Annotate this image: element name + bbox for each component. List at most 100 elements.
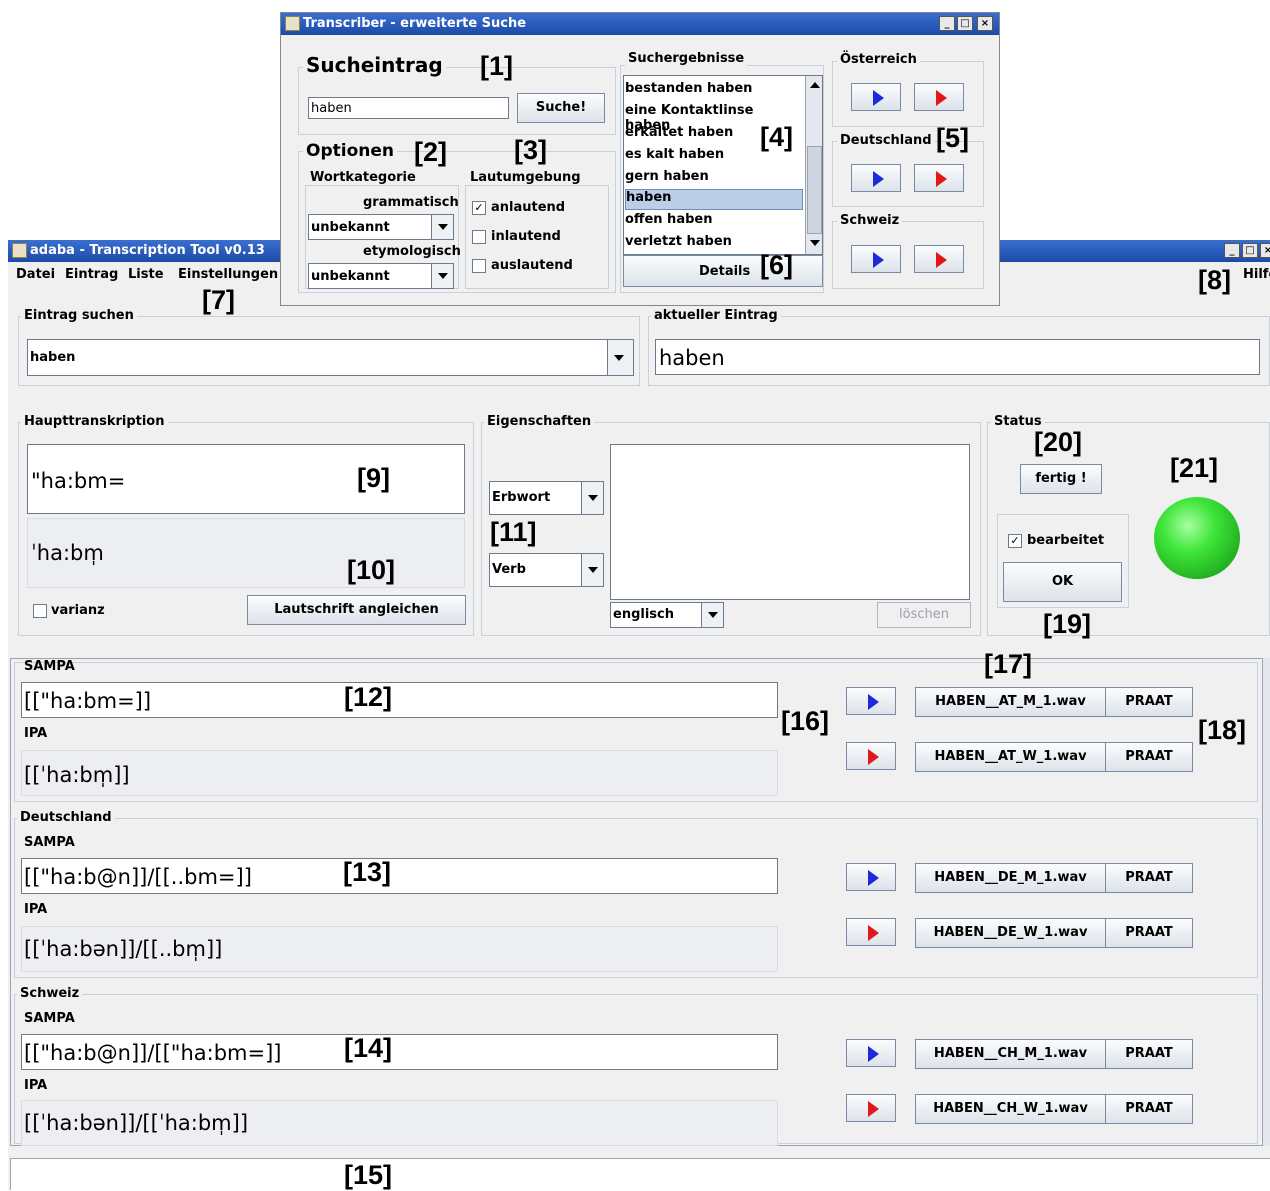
entry-search-value: haben (30, 350, 76, 365)
dialog-title: Transcriber - erweiterte Suche (303, 16, 527, 31)
maximize-icon[interactable]: □ (1242, 243, 1258, 258)
switzerland-ipa-value: [[ˈha:bən]]/[[ˈha:bm̩]] (24, 1111, 249, 1135)
play-male-button[interactable] (846, 687, 896, 715)
current-entry-label: aktueller Eintrag (651, 308, 781, 323)
done-button[interactable]: fertig ! (1020, 464, 1102, 494)
dialog-search-button[interactable]: Suche! (517, 93, 605, 123)
germany-sampa-field[interactable]: [["ha:b@n]]/[[..bm=]] (21, 858, 778, 894)
play-male-button[interactable] (851, 245, 901, 273)
sound-environment-label: Lautumgebung (467, 170, 584, 185)
praat-button[interactable]: PRAAT (1105, 742, 1193, 772)
chevron-down-icon[interactable] (607, 340, 633, 375)
switzerland-sampa-field[interactable]: [["ha:b@n]]/[["ha:bm=]] (21, 1034, 778, 1070)
main-sampa-field[interactable]: "ha:bm= (27, 444, 465, 514)
menu-liste[interactable]: Liste (128, 267, 164, 282)
chevron-down-icon[interactable] (701, 603, 723, 627)
chevron-down-icon[interactable] (581, 482, 603, 514)
scroll-thumb[interactable] (807, 146, 822, 234)
callout-15: [15] (344, 1160, 393, 1190)
play-female-button[interactable] (914, 245, 964, 273)
status-light (1154, 497, 1240, 579)
main-ipa-value: ˈha:bm̩ (31, 541, 104, 565)
chevron-down-icon[interactable] (581, 554, 603, 586)
chevron-down-icon[interactable] (431, 215, 453, 239)
play-female-button[interactable] (914, 164, 964, 192)
minimize-icon[interactable]: _ (1224, 243, 1240, 258)
search-dialog: Transcriber - erweiterte Suche _ □ × Suc… (280, 12, 1000, 306)
word-type-combo[interactable]: Erbwort (489, 481, 604, 515)
properties-textarea[interactable] (610, 444, 970, 600)
scroll-up-icon[interactable] (810, 82, 820, 88)
callout-12: [12] (344, 682, 393, 712)
delete-button[interactable]: löschen (877, 602, 971, 628)
edited-checkbox[interactable]: ✓ (1008, 534, 1022, 548)
audio-file-button[interactable]: HABEN__DE_W_1.wav (915, 918, 1106, 948)
etymological-combo[interactable]: unbekannt (308, 263, 454, 289)
scroll-down-icon[interactable] (810, 240, 820, 246)
praat-button[interactable]: PRAAT (1105, 1094, 1193, 1124)
audio-file-button[interactable]: HABEN__DE_M_1.wav (915, 863, 1106, 893)
audio-file-button[interactable]: HABEN__AT_W_1.wav (915, 742, 1106, 772)
grammatical-combo[interactable]: unbekannt (308, 214, 454, 240)
list-item[interactable]: offen haben (625, 212, 803, 233)
callout-1: [1] (480, 51, 513, 81)
germany-ipa-field: [[ˈha:bən]]/[[..bm̩]] (21, 926, 778, 972)
callout-20: [20] (1034, 427, 1083, 457)
praat-button[interactable]: PRAAT (1105, 687, 1193, 717)
inlautend-checkbox[interactable] (472, 230, 486, 244)
inlautend-label: inlautend (491, 229, 561, 244)
callout-13: [13] (343, 857, 392, 887)
ok-button[interactable]: OK (1003, 562, 1122, 602)
results-list[interactable]: bestanden haben eine Kontaktlinse haben … (623, 75, 823, 255)
play-male-button[interactable] (846, 1039, 896, 1067)
chevron-down-icon[interactable] (431, 264, 453, 288)
etymological-label: etymologisch (363, 244, 461, 259)
list-item[interactable]: eine Kontaktlinse haben (625, 103, 803, 133)
align-transcription-button[interactable]: Lautschrift angleichen (247, 595, 466, 625)
list-item[interactable]: gern haben (625, 169, 803, 190)
auslautend-checkbox[interactable] (472, 259, 486, 273)
results-scrollbar[interactable] (805, 76, 822, 254)
germany-sampa-label: SAMPA (24, 835, 75, 850)
language-value: englisch (613, 607, 674, 622)
dialog-search-input[interactable]: haben (308, 97, 509, 119)
play-male-button[interactable] (851, 83, 901, 111)
regions-scrollbar[interactable] (1262, 658, 1270, 1146)
properties-label: Eigenschaften (484, 414, 595, 429)
close-icon[interactable]: × (1260, 243, 1270, 258)
list-item[interactable]: bestanden haben (625, 81, 803, 102)
bottom-field (10, 1158, 1270, 1190)
austria-sampa-field[interactable]: [["ha:bm=]] (21, 682, 778, 718)
play-male-button[interactable] (851, 164, 901, 192)
minimize-icon[interactable]: _ (939, 16, 955, 31)
java-app-icon (285, 16, 300, 31)
praat-button[interactable]: PRAAT (1105, 1039, 1193, 1069)
germany-sampa-value: [["ha:b@n]]/[[..bm=]] (24, 865, 252, 889)
maximize-icon[interactable]: □ (957, 16, 973, 31)
close-icon[interactable]: × (977, 16, 993, 31)
list-item-selected[interactable]: haben (625, 189, 803, 210)
menu-eintrag[interactable]: Eintrag (65, 267, 118, 282)
menu-hilfe[interactable]: Hilfe (1243, 267, 1270, 282)
audio-file-button[interactable]: HABEN__CH_W_1.wav (915, 1094, 1106, 1124)
play-female-button[interactable] (846, 1094, 896, 1122)
varianz-checkbox[interactable] (33, 604, 47, 618)
audio-file-button[interactable]: HABEN__AT_M_1.wav (915, 687, 1106, 717)
play-female-button[interactable] (846, 918, 896, 946)
audio-file-button[interactable]: HABEN__CH_M_1.wav (915, 1039, 1106, 1069)
search-entry-label: Sucheintrag (303, 53, 446, 77)
current-entry-field[interactable]: haben (655, 339, 1260, 375)
play-male-button[interactable] (846, 863, 896, 891)
details-button[interactable]: Details (623, 255, 823, 287)
entry-search-combo[interactable]: haben (27, 339, 634, 376)
anlautend-checkbox[interactable]: ✓ (472, 201, 486, 215)
praat-button[interactable]: PRAAT (1105, 918, 1193, 948)
play-female-button[interactable] (846, 742, 896, 770)
play-female-button[interactable] (914, 83, 964, 111)
menu-einstellungen[interactable]: Einstellungen (178, 267, 278, 282)
language-combo[interactable]: englisch (610, 602, 724, 628)
pos-combo[interactable]: Verb (489, 553, 604, 587)
praat-button[interactable]: PRAAT (1105, 863, 1193, 893)
menu-datei[interactable]: Datei (16, 267, 55, 282)
austria-ipa-field: [[ˈha:bm̩]] (21, 750, 778, 796)
